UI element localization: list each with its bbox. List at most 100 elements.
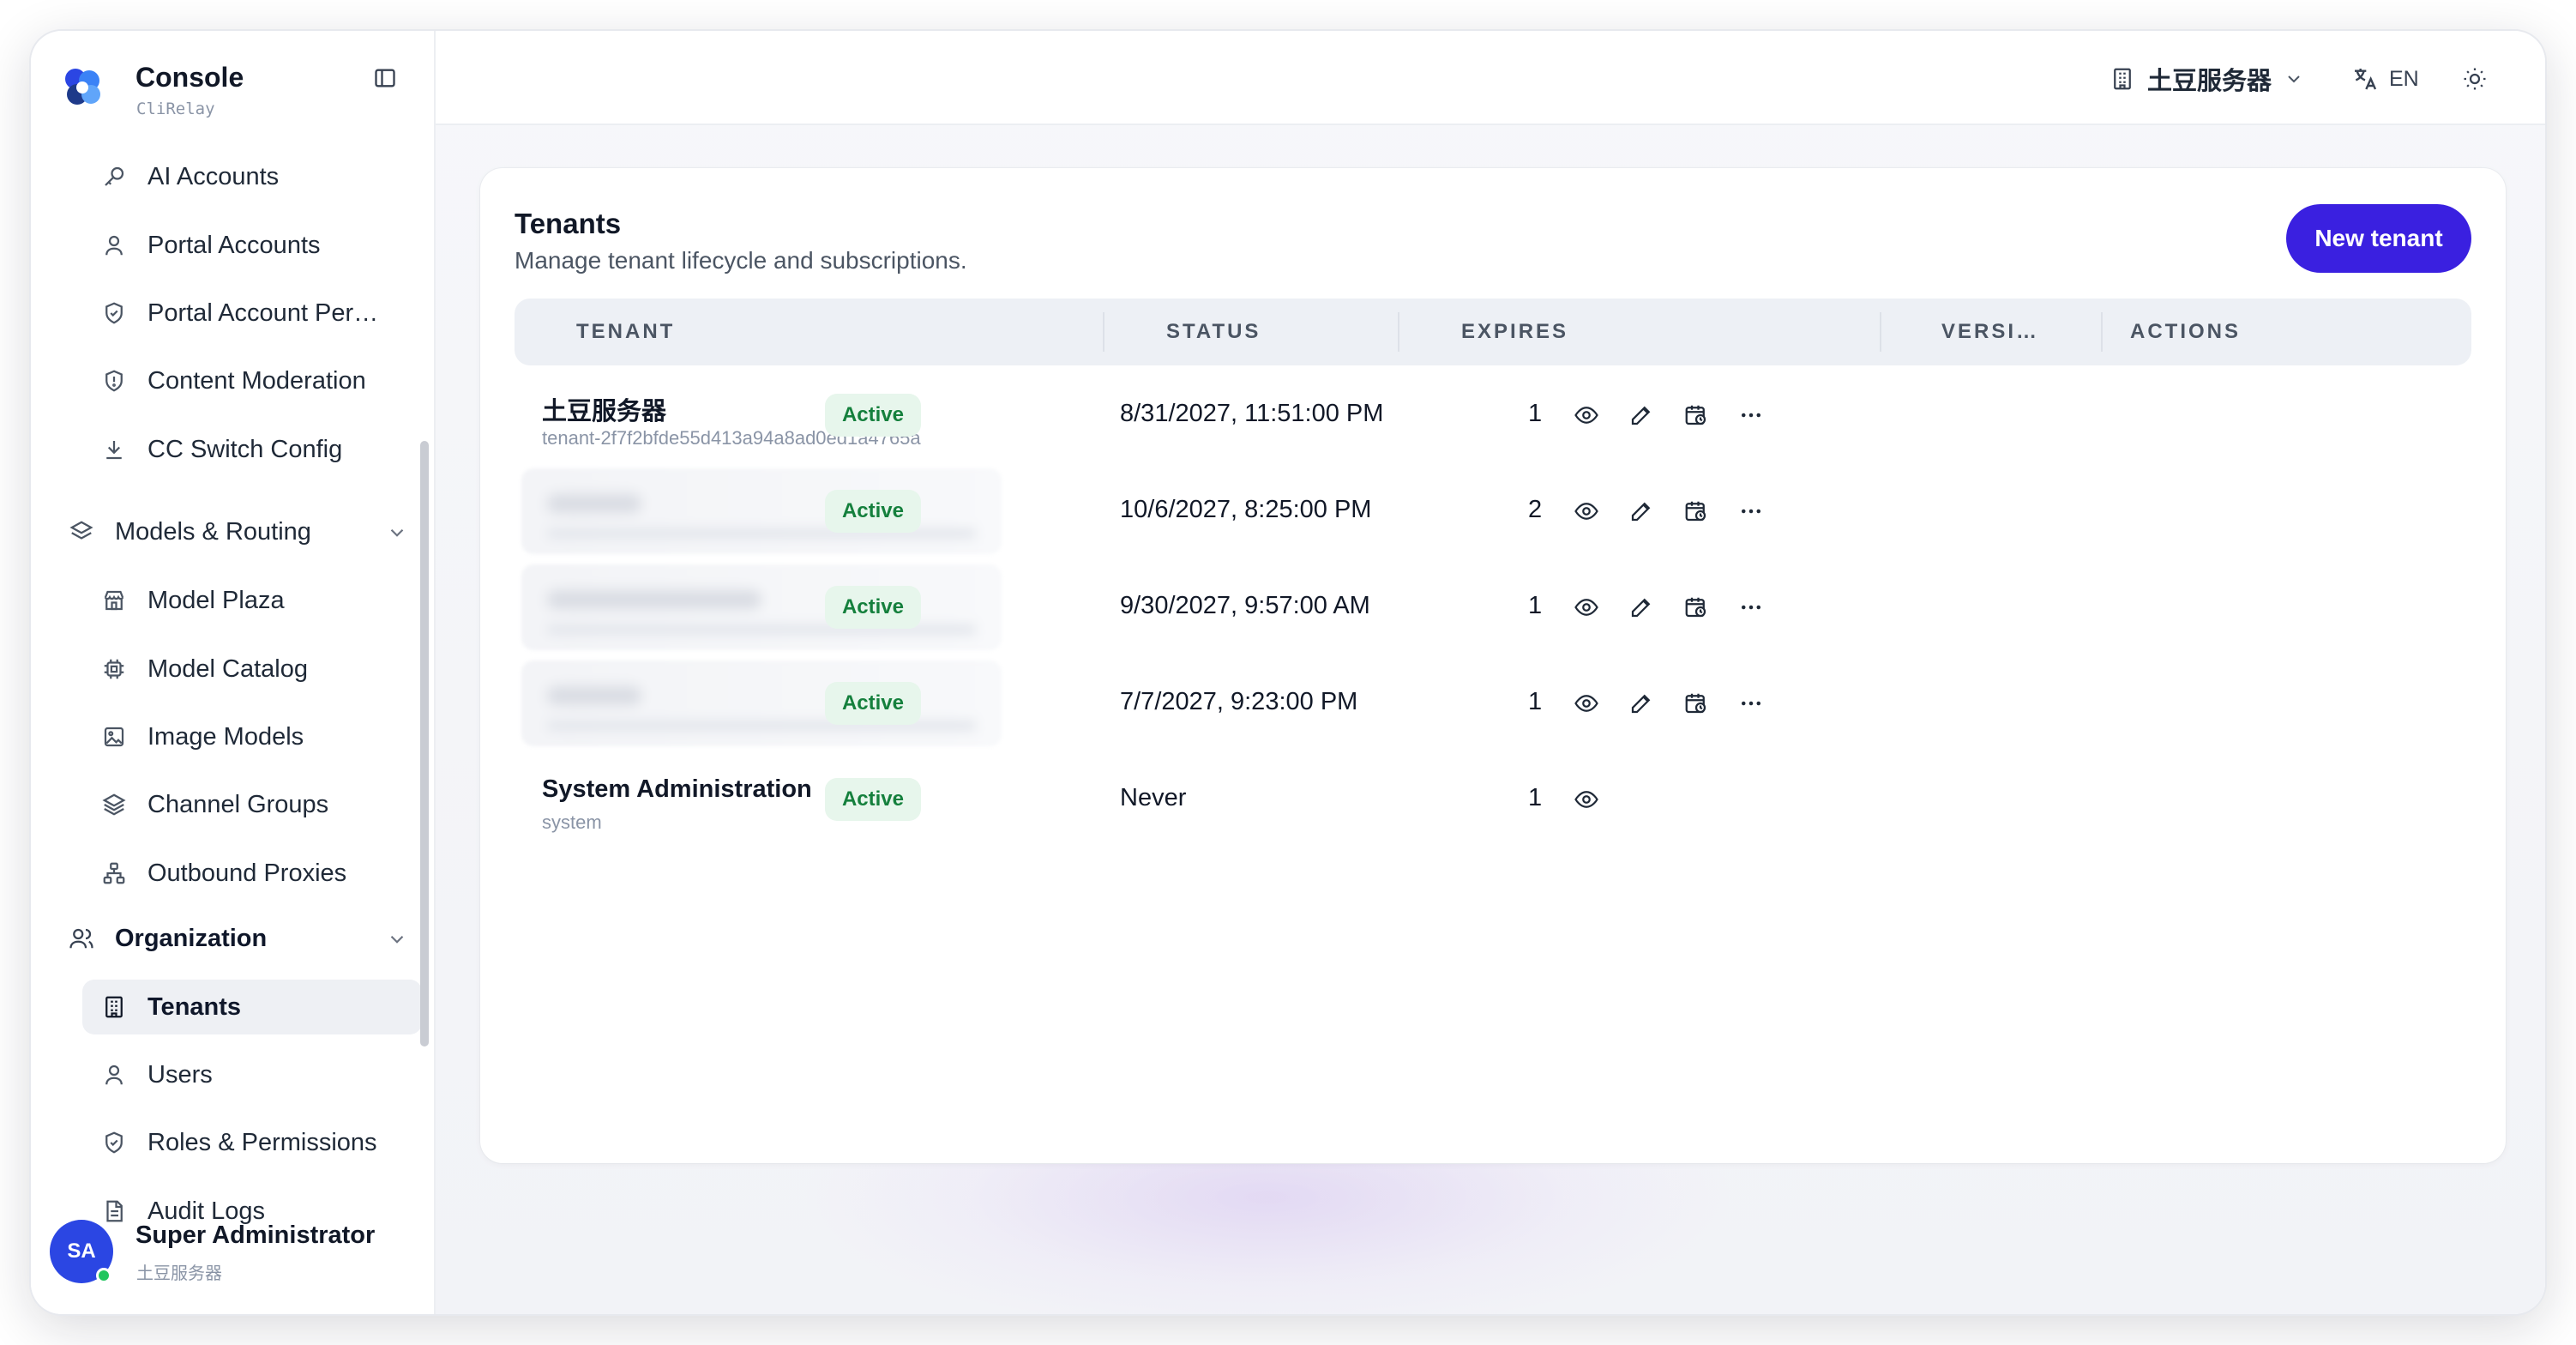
renew-button[interactable] — [1679, 494, 1713, 528]
sidebar-item-ai-accounts[interactable]: AI Accounts — [82, 149, 422, 204]
language-switcher[interactable]: EN — [2351, 57, 2419, 101]
version-value: 1 — [1528, 784, 1543, 811]
pencil-icon — [1631, 502, 1651, 522]
sidebar-scrollbar[interactable] — [420, 441, 429, 1046]
new-tenant-button[interactable]: New tenant — [2286, 204, 2471, 273]
sidebar-item-label: Users — [147, 1060, 213, 1089]
table-row[interactable]: Active 7/7/2027, 9:23:00 PM 1 — [515, 655, 2471, 751]
sidebar-item-outbound-proxies[interactable]: Outbound Proxies — [82, 846, 422, 901]
sidebar-item-label: CC Switch Config — [147, 435, 343, 463]
row-actions — [1569, 585, 1827, 630]
pencil-icon — [1631, 406, 1651, 425]
view-button[interactable] — [1569, 590, 1604, 624]
sidebar-collapse-button[interactable] — [365, 58, 405, 98]
sidebar-item-users[interactable]: Users — [82, 1047, 422, 1102]
status-badge: Active — [825, 682, 921, 725]
page-subtitle: Manage tenant lifecycle and subscription… — [515, 247, 967, 274]
user-icon — [105, 235, 123, 256]
column-header-tenant[interactable]: TENANT — [576, 299, 675, 365]
more-options-button[interactable] — [1734, 398, 1768, 432]
table-row[interactable]: System Administration system Active Neve… — [515, 751, 2471, 847]
more-horizontal-icon — [1742, 701, 1760, 706]
edit-button[interactable] — [1624, 398, 1658, 432]
sidebar-item-image-models[interactable]: Image Models — [82, 709, 422, 764]
table-row[interactable]: 土豆服务器 tenant-2f7f2bfde55d413a94a8ad0ed1a… — [515, 367, 2471, 463]
more-options-button[interactable] — [1734, 494, 1768, 528]
view-button[interactable] — [1569, 686, 1604, 721]
user-profile[interactable]: SA Super Administrator 土豆服务器 — [50, 1213, 418, 1299]
redacted-name — [547, 590, 761, 609]
sidebar-item-channel-groups[interactable]: Channel Groups — [82, 777, 422, 832]
sidebar-group-models-routing[interactable]: Models & Routing — [60, 504, 420, 559]
chip-icon — [104, 659, 124, 679]
renew-button[interactable] — [1679, 398, 1713, 432]
sun-icon — [2464, 68, 2486, 90]
chevron-down-icon — [2288, 75, 2300, 83]
view-button[interactable] — [1569, 782, 1604, 817]
edit-button[interactable] — [1624, 686, 1658, 721]
renew-button[interactable] — [1679, 686, 1713, 721]
row-actions — [1569, 777, 1827, 822]
column-divider[interactable] — [1103, 312, 1104, 352]
version-value: 2 — [1528, 496, 1543, 523]
chevron-down-icon — [390, 528, 404, 537]
sidebar-item-content-moderation[interactable]: Content Moderation — [82, 353, 422, 408]
sidebar-group-label: Models & Routing — [115, 517, 311, 546]
sidebar-item-label: Portal Account Per… — [147, 299, 379, 327]
column-header-expires[interactable]: EXPIRES — [1461, 299, 1568, 365]
shield-alert-icon — [105, 370, 123, 392]
sidebar-item-portal-account-permissions[interactable]: Portal Account Per… — [82, 286, 422, 341]
more-options-button[interactable] — [1734, 590, 1768, 624]
theme-toggle-button[interactable] — [2456, 60, 2494, 98]
renew-button[interactable] — [1679, 590, 1713, 624]
language-label: EN — [2389, 66, 2419, 91]
sidebar-item-portal-accounts[interactable]: Portal Accounts — [82, 218, 422, 273]
tenant-switcher[interactable]: 土豆服务器 — [2110, 57, 2304, 101]
sidebar-item-model-plaza[interactable]: Model Plaza — [82, 573, 422, 628]
column-divider[interactable] — [2101, 312, 2103, 352]
view-button[interactable] — [1569, 494, 1604, 528]
sidebar-item-model-catalog[interactable]: Model Catalog — [82, 642, 422, 697]
sidebar: Console CliRelay AI Accounts Portal Acco… — [31, 31, 436, 1314]
pencil-icon — [1631, 694, 1651, 714]
row-actions — [1569, 393, 1827, 437]
layers-icon — [69, 521, 93, 540]
redacted-tenant-info — [521, 660, 1002, 746]
sidebar-item-label: Model Plaza — [147, 586, 285, 614]
app-window: Console CliRelay AI Accounts Portal Acco… — [31, 31, 2545, 1314]
sidebar-group-label: Organization — [115, 924, 268, 952]
column-divider[interactable] — [1398, 312, 1399, 352]
redacted-tenant-info — [521, 468, 1002, 554]
sidebar-item-tenants[interactable]: Tenants — [82, 980, 422, 1034]
row-actions — [1569, 489, 1827, 534]
expires-value: 9/30/2027, 9:57:00 AM — [1120, 592, 1370, 619]
table-row[interactable]: Active 9/30/2027, 9:57:00 AM 1 — [515, 559, 2471, 655]
table-row[interactable]: Active 10/6/2027, 8:25:00 PM 2 — [515, 463, 2471, 559]
shield-check-icon — [105, 1131, 123, 1154]
row-actions — [1569, 681, 1827, 726]
users-icon — [69, 928, 93, 949]
eye-icon — [1574, 695, 1598, 712]
edit-button[interactable] — [1624, 590, 1658, 624]
pencil-icon — [1631, 598, 1651, 618]
main-content: 土豆服务器 EN Tenants Manage tenant lifecycle… — [436, 31, 2545, 1314]
version-value: 1 — [1528, 592, 1543, 619]
edit-button[interactable] — [1624, 494, 1658, 528]
eye-icon — [1574, 599, 1598, 616]
column-header-version[interactable]: VERSI… — [1941, 299, 2039, 365]
sidebar-group-organization[interactable]: Organization — [60, 911, 420, 966]
column-divider[interactable] — [1880, 312, 1881, 352]
sidebar-item-label: Image Models — [147, 722, 304, 751]
translate-icon — [2355, 69, 2377, 90]
more-options-button[interactable] — [1734, 686, 1768, 721]
status-badge: Active — [825, 778, 921, 821]
user-tenant: 土豆服务器 — [136, 1264, 222, 1283]
more-horizontal-icon — [1742, 413, 1760, 418]
table-header: TENANT STATUS EXPIRES VERSI… ACTIONS — [515, 299, 2471, 365]
online-status-dot — [96, 1268, 111, 1283]
view-button[interactable] — [1569, 398, 1604, 432]
key-icon — [105, 166, 124, 186]
column-header-status[interactable]: STATUS — [1166, 299, 1261, 365]
sidebar-item-roles-permissions[interactable]: Roles & Permissions — [82, 1115, 422, 1170]
sidebar-item-cc-switch-config[interactable]: CC Switch Config — [82, 422, 422, 477]
